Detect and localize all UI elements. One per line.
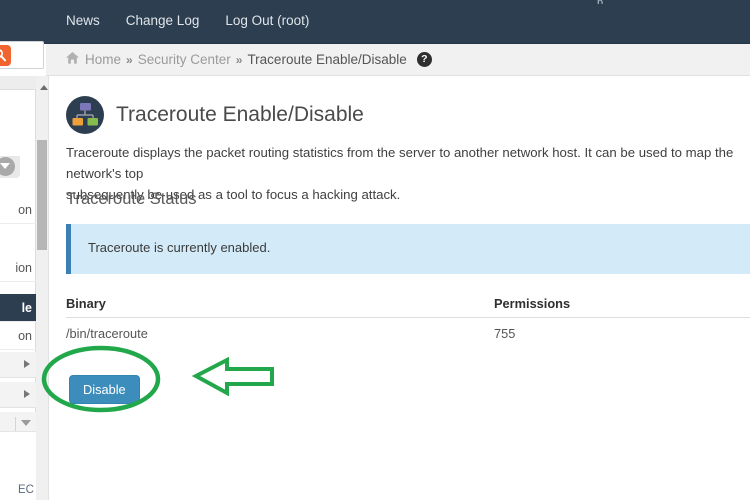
search-icon xyxy=(0,49,6,62)
chevron-down-glyph xyxy=(0,163,10,169)
page-description-line1: Traceroute displays the packet routing s… xyxy=(66,145,734,181)
main-content: Traceroute Enable/Disable Traceroute dis… xyxy=(49,76,750,500)
home-icon xyxy=(65,51,80,68)
table-row: /bin/traceroute 755 xyxy=(66,318,750,348)
sidebar-item-2[interactable]: ion xyxy=(0,254,36,282)
sidebar-footer: EC xyxy=(0,431,36,500)
page-header: Traceroute Enable/Disable xyxy=(66,96,364,134)
breadcrumb-item-home[interactable]: Home xyxy=(85,52,121,67)
status-section-heading: Traceroute Status xyxy=(66,190,197,208)
cell-permissions: 755 xyxy=(494,326,516,341)
sidebar-item-2-label: ion xyxy=(15,261,32,275)
topbar-clipped-text: p xyxy=(597,0,603,4)
network-topology-icon xyxy=(66,96,104,134)
scroll-up-arrow-icon[interactable] xyxy=(39,85,48,90)
breadcrumb-item-security-center[interactable]: Security Center xyxy=(138,52,231,67)
sidebar: on ion le on EC xyxy=(0,76,38,500)
binary-table: Binary Permissions /bin/traceroute 755 xyxy=(66,290,750,348)
scrollbar-thumb[interactable] xyxy=(37,140,47,250)
help-icon[interactable]: ? xyxy=(416,52,432,67)
breadcrumb-separator-1: » xyxy=(126,52,133,67)
sidebar-item-3-label: le xyxy=(21,301,32,315)
chevron-right-icon xyxy=(24,390,30,398)
cell-binary-path: /bin/traceroute xyxy=(66,326,148,341)
sidebar-item-1[interactable]: on xyxy=(0,196,36,224)
sidebar-footer-label: EC xyxy=(18,484,34,496)
table-header-binary: Binary xyxy=(66,296,106,311)
search-button[interactable] xyxy=(0,45,11,66)
sidebar-divider xyxy=(15,417,16,432)
sidebar-item-4[interactable]: on xyxy=(0,322,36,350)
page-title: Traceroute Enable/Disable xyxy=(116,103,364,126)
sidebar-top-tab xyxy=(0,76,38,90)
sidebar-collapse-toggle[interactable] xyxy=(0,156,20,178)
nav-link-news[interactable]: News xyxy=(66,13,100,28)
sidebar-group-1[interactable] xyxy=(0,352,36,378)
table-header-row: Binary Permissions xyxy=(66,290,750,318)
breadcrumb-bar: Home » Security Center » Traceroute Enab… xyxy=(46,44,750,76)
chevron-down-icon xyxy=(21,420,31,426)
sidebar-item-traceroute-enable-disable[interactable]: le xyxy=(0,294,36,322)
status-alert: Traceroute is currently enabled. xyxy=(66,224,750,274)
table-header-permissions: Permissions xyxy=(494,296,571,311)
sidebar-group-2[interactable] xyxy=(0,382,36,408)
sidebar-item-1-label: on xyxy=(18,203,32,217)
status-alert-text: Traceroute is currently enabled. xyxy=(88,240,271,255)
search-box[interactable] xyxy=(0,41,44,69)
sidebar-item-4-label: on xyxy=(18,329,32,343)
nav-link-log-out[interactable]: Log Out (root) xyxy=(225,13,309,28)
app-root: p News Change Log Log Out (root) Home » … xyxy=(0,0,750,500)
page-scrollbar[interactable] xyxy=(36,76,49,500)
disable-button[interactable]: Disable xyxy=(69,375,140,404)
top-nav-links: News Change Log Log Out (root) xyxy=(66,13,309,28)
top-navbar: p News Change Log Log Out (root) xyxy=(0,0,750,44)
breadcrumb-item-current: Traceroute Enable/Disable xyxy=(247,52,407,67)
breadcrumb-separator-2: » xyxy=(235,52,243,67)
nav-link-change-log[interactable]: Change Log xyxy=(126,13,200,28)
breadcrumb: Home » Security Center » Traceroute Enab… xyxy=(65,51,432,68)
chevron-right-icon xyxy=(24,360,30,368)
